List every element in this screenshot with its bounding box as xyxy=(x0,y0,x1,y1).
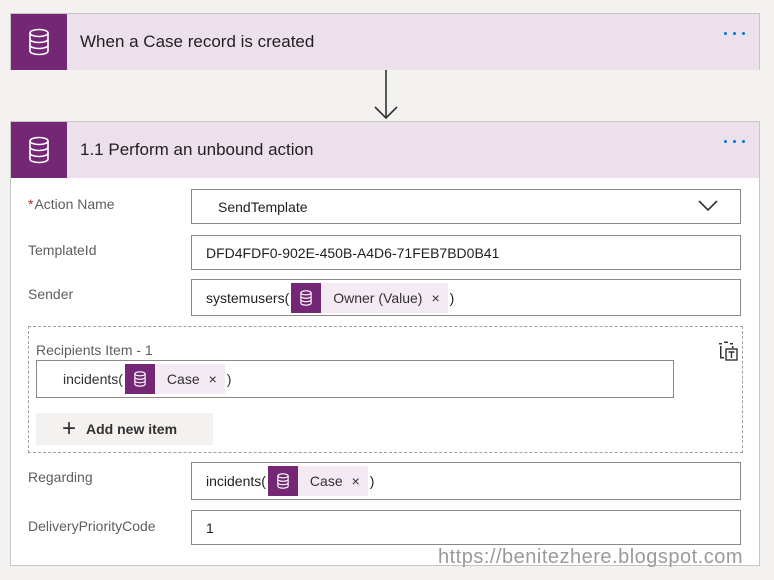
action-name-dropdown[interactable]: SendTemplate xyxy=(191,189,741,224)
required-mark: * xyxy=(28,196,34,212)
token-label: Case xyxy=(166,371,200,387)
sender-field[interactable]: systemusers( Owner (Value) × ) xyxy=(191,279,741,316)
recipients-label: Recipients Item - 1 xyxy=(36,342,153,358)
dynamic-token[interactable]: Case × xyxy=(124,364,225,394)
add-new-item-label: Add new item xyxy=(86,421,178,437)
template-id-label: TemplateId xyxy=(28,242,97,258)
watermark-text: https://benitezhere.blogspot.com xyxy=(438,546,744,568)
dynamic-token[interactable]: Owner (Value) × xyxy=(291,282,448,313)
recipients-item: Recipients Item - 1 incidents( Case × ) … xyxy=(28,326,743,453)
action-title: 1.1 Perform an unbound action xyxy=(80,140,314,159)
action-name-value: SendTemplate xyxy=(218,198,308,215)
recipients-field[interactable]: incidents( Case × ) xyxy=(36,360,674,398)
trigger-card[interactable]: When a Case record is created xyxy=(10,13,760,70)
trigger-header[interactable]: When a Case record is created xyxy=(11,14,759,70)
database-icon xyxy=(291,282,322,313)
add-new-item-button[interactable]: + Add new item xyxy=(36,413,213,445)
token-label: Owner (Value) xyxy=(333,289,423,306)
database-icon xyxy=(124,364,155,394)
regarding-field[interactable]: incidents( Case × ) xyxy=(191,462,741,500)
close-icon[interactable]: × xyxy=(209,371,225,387)
action-header[interactable]: 1.1 Perform an unbound action xyxy=(11,122,759,178)
more-options-icon[interactable] xyxy=(724,140,745,143)
more-options-icon[interactable] xyxy=(724,32,745,35)
close-icon[interactable]: × xyxy=(352,473,368,489)
close-icon[interactable]: × xyxy=(431,290,447,306)
plus-icon: + xyxy=(62,415,77,442)
database-icon xyxy=(11,14,67,70)
arrow-down-icon xyxy=(374,70,398,120)
template-id-field[interactable]: DFD4FDF0-902E-450B-A4D6-71FEB7BD0B41 xyxy=(191,235,741,270)
regarding-prefix: incidents( xyxy=(206,473,266,489)
regarding-label: Regarding xyxy=(28,469,93,485)
delivery-priority-value: 1 xyxy=(206,519,214,536)
database-icon xyxy=(267,466,298,496)
recipients-suffix: ) xyxy=(226,371,232,387)
delivery-priority-field[interactable]: 1 xyxy=(191,510,741,545)
sender-label: Sender xyxy=(28,286,74,302)
template-id-value: DFD4FDF0-902E-450B-A4D6-71FEB7BD0B41 xyxy=(206,244,500,261)
action-name-label: *Action Name xyxy=(28,196,115,212)
action-card[interactable]: 1.1 Perform an unbound action *Action Na… xyxy=(10,121,760,566)
recipients-prefix: incidents( xyxy=(63,371,123,387)
regarding-suffix: ) xyxy=(369,473,375,489)
delete-icon[interactable] xyxy=(718,341,738,361)
sender-suffix: ) xyxy=(449,289,455,306)
token-label: Case xyxy=(309,473,343,489)
sender-prefix: systemusers( xyxy=(206,289,290,306)
trigger-title: When a Case record is created xyxy=(80,32,315,51)
dynamic-token[interactable]: Case × xyxy=(267,466,368,496)
database-icon xyxy=(11,122,67,178)
chevron-down-icon xyxy=(698,200,718,212)
delivery-priority-label: DeliveryPriorityCode xyxy=(28,518,156,534)
